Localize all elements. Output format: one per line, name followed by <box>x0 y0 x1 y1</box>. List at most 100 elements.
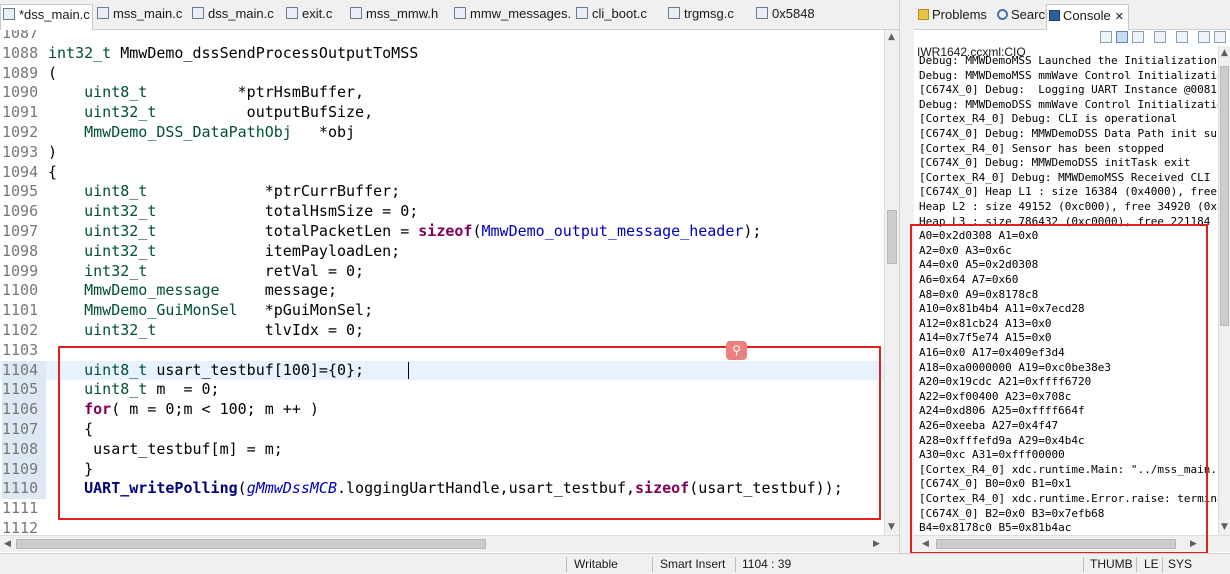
editor-vertical-scrollbar[interactable]: ▲ ▼ <box>884 30 899 535</box>
maximize-icon[interactable] <box>1214 31 1226 43</box>
console-line: A0=0x2d0308 A1=0x0 <box>919 229 1039 243</box>
console-line: A28=0xfffefd9a A29=0x4b4c <box>919 433 1085 447</box>
status-divider <box>566 557 567 572</box>
console-line: A18=0xa0000000 A19=0xc0be38e3 <box>919 360 1112 374</box>
code-line: 1091 uint32_t outputBufSize, <box>0 103 884 123</box>
console-line: [C674X_0] Debug: Logging UART Instance @… <box>919 83 1218 97</box>
clear-console-icon[interactable] <box>1100 31 1112 43</box>
code-text: uint8_t m = 0; <box>84 380 220 399</box>
line-number: 1109 <box>2 459 46 480</box>
h-file-icon <box>350 7 362 19</box>
code-line: 1111 <box>0 499 884 519</box>
status-divider <box>1162 557 1163 572</box>
close-icon[interactable]: ✕ <box>1115 11 1124 23</box>
code-text: uint32_t outputBufSize, <box>84 103 374 122</box>
scroll-thumb[interactable] <box>16 539 486 549</box>
console-line: A6=0x64 A7=0x60 <box>919 273 1019 286</box>
code-line: 1089 ( <box>0 64 884 84</box>
line-number: 1106 <box>2 400 46 420</box>
console-output[interactable]: Debug: MMWDemoMSS Launched the Initializ… <box>914 56 1218 534</box>
tab-exit[interactable]: exit.c <box>284 6 346 28</box>
tab-mss-main[interactable]: mss_main.c <box>95 6 187 28</box>
scroll-down-icon[interactable]: ▼ <box>888 522 895 532</box>
console-vertical-scrollbar[interactable]: ▲ ▼ <box>1218 46 1230 535</box>
console-horizontal-scrollbar[interactable]: ◀ ▶ <box>914 535 1230 552</box>
code-text: uint8_t *ptrCurrBuffer; <box>84 182 401 201</box>
scroll-right-icon[interactable]: ▶ <box>873 539 880 549</box>
code-text: { <box>48 162 58 181</box>
c-file-icon <box>97 7 109 19</box>
status-divider <box>1136 557 1137 572</box>
status-divider <box>652 557 653 572</box>
line-number: 1099 <box>2 261 39 280</box>
c-file-icon <box>286 7 298 19</box>
console-line: B4=0x8178c0 B5=0x81b4ac <box>919 521 1072 534</box>
code-text: uint32_t itemPayloadLen; <box>84 241 401 260</box>
line-number: 1108 <box>2 439 46 460</box>
scroll-thumb[interactable] <box>1220 66 1229 326</box>
code-line: 1106 for( m = 0;m < 100; m ++ ) <box>0 400 884 420</box>
code-line: 1090 uint8_t *ptrHsmBuffer, <box>0 83 884 103</box>
tab-problems[interactable]: Problems <box>918 7 987 22</box>
line-number: 1087 <box>2 30 39 42</box>
status-endian: LE <box>1144 557 1159 571</box>
display-console-icon[interactable] <box>1176 31 1188 43</box>
minimize-icon[interactable] <box>1198 31 1210 43</box>
tab-label: Console <box>1063 8 1111 23</box>
code-line: 1095 uint8_t *ptrCurrBuffer; <box>0 182 884 202</box>
scroll-up-icon[interactable]: ▲ <box>1221 48 1228 58</box>
word-wrap-icon[interactable] <box>1132 31 1144 43</box>
line-number: 1105 <box>2 380 46 401</box>
text-caret <box>408 361 409 379</box>
scroll-thumb[interactable] <box>887 210 897 264</box>
console-line: A24=0xd806 A25=0xffff664f <box>919 404 1085 418</box>
line-number: 1107 <box>2 420 46 440</box>
line-number: 1095 <box>2 182 39 201</box>
code-editor[interactable]: 1087 1088 int32_t MmwDemo_dssSendProcessO… <box>0 30 884 535</box>
tab-label: exit.c <box>302 6 333 21</box>
code-text: ( <box>48 63 58 82</box>
code-text: uint32_t totalPacketLen = sizeof(MmwDemo… <box>84 222 762 240</box>
code-text: UART_writePolling(gMmwDssMCB.loggingUart… <box>84 479 843 498</box>
scroll-right-icon[interactable]: ▶ <box>1190 539 1197 549</box>
tab-dss-main-modified[interactable]: *dss_main.c✕ <box>0 4 93 30</box>
tab-mmw-messages[interactable]: mmw_messages.h <box>452 6 570 28</box>
tab-dss-main[interactable]: dss_main.c <box>190 6 280 28</box>
console-line: [C674X_0] B0=0x0 B1=0x1 <box>919 477 1072 491</box>
pane-divider[interactable] <box>899 0 914 553</box>
console-line: [C674X_0] Heap L1 : size 16384 (0x4000),… <box>919 185 1218 199</box>
tab-trgmsg[interactable]: trgmsg.c <box>666 6 750 28</box>
scroll-up-icon[interactable]: ▲ <box>888 32 895 42</box>
tab-address[interactable]: 0x5848 <box>754 6 828 28</box>
code-text: ) <box>48 142 58 161</box>
pin-console-icon[interactable] <box>1154 31 1166 43</box>
scroll-down-icon[interactable]: ▼ <box>1221 522 1228 532</box>
tab-mss-mmw[interactable]: mss_mmw.h <box>348 6 446 28</box>
console-line: A20=0x19cdc A21=0xffff6720 <box>919 375 1092 389</box>
console-line: Heap L3 : size 786432 (0xc0000), free 22… <box>919 214 1211 228</box>
console-line: Heap L2 : size 49152 (0xc000), free 3492… <box>919 200 1218 213</box>
code-text: uint8_t usart_testbuf[100]={0}; <box>84 360 365 379</box>
editor-horizontal-scrollbar[interactable]: ◀ ▶ <box>0 535 899 552</box>
scroll-left-icon[interactable]: ◀ <box>4 539 11 549</box>
console-line: [Cortex_R4_0] Debug: MMWDemoMSS Received… <box>919 170 1218 184</box>
search-icon[interactable]: ⚲ <box>726 341 747 360</box>
scroll-lock-icon[interactable] <box>1116 31 1128 43</box>
tab-console[interactable]: Console ✕ <box>1046 4 1129 30</box>
scroll-thumb[interactable] <box>936 539 1176 549</box>
console-line: Debug: MMWDemoMSS mmWave Control Initial… <box>919 68 1218 82</box>
tab-cli-boot[interactable]: cli_boot.c <box>574 6 664 28</box>
tab-search[interactable]: Search <box>997 7 1052 22</box>
status-insert-mode[interactable]: Smart Insert <box>660 557 725 571</box>
status-divider <box>1083 557 1084 572</box>
console-line: A12=0x81cb24 A13=0x0 <box>919 316 1052 330</box>
code-line: 1105 uint8_t m = 0; <box>0 380 884 401</box>
c-file-icon <box>192 7 204 19</box>
scroll-left-icon[interactable]: ◀ <box>922 539 929 549</box>
console-toolbar <box>914 30 1230 46</box>
tab-label: 0x5848 <box>772 6 815 21</box>
code-line: 1110 UART_writePolling(gMmwDssMCB.loggin… <box>0 479 884 500</box>
code-text: MmwDemo_GuiMonSel *pGuiMonSel; <box>84 301 374 320</box>
disassembly-icon <box>756 7 768 19</box>
problems-icon <box>918 9 929 20</box>
